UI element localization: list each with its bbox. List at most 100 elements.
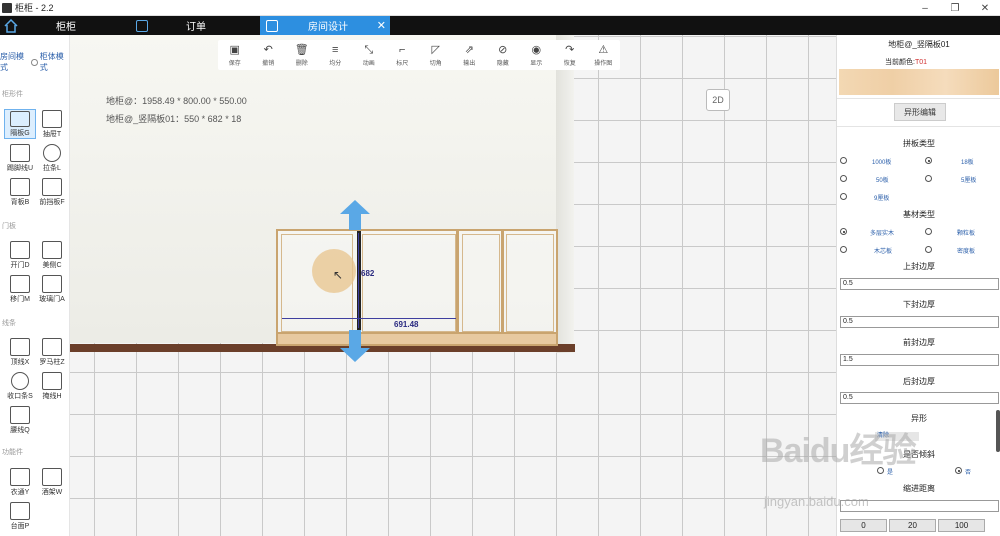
tool-drawer[interactable]: 抽屉T	[36, 109, 68, 139]
material-blockboard[interactable]: 木芯板	[840, 246, 892, 255]
operation-drawing-label: 操作图	[594, 60, 613, 67]
radio-checked-icon[interactable]	[840, 228, 847, 235]
top-edge-input[interactable]: 0.5	[840, 278, 999, 290]
shape-edit-button[interactable]: 异形编辑	[894, 103, 946, 121]
preset-20-button[interactable]: 20	[889, 519, 936, 532]
redo-button[interactable]: ↷ 恢复	[553, 40, 587, 70]
edge-strip-icon	[11, 372, 29, 390]
cabinet-divider[interactable]	[456, 231, 459, 335]
left-tool-panel: 房间模式 柜体模式 柜形件 隔板G 抽屉T 踢脚线U 拉条L 背板B 前挡板F …	[0, 35, 70, 536]
board-type-9mm[interactable]: 9厘板	[840, 193, 889, 202]
tab-bar: 柜柜 订单 房间设计 ✕	[0, 16, 1000, 35]
wall-side	[556, 35, 574, 353]
export-icon: ⇗	[464, 43, 474, 56]
save-button[interactable]: ▣ 保存	[218, 40, 252, 70]
tool-wine-rack[interactable]: 酒架W	[36, 467, 68, 497]
tool-glass-door[interactable]: 玻璃门A	[36, 274, 68, 304]
board-type-18[interactable]: 18板	[925, 157, 974, 166]
tool-back-panel[interactable]: 背板B	[4, 177, 36, 207]
tool-partition[interactable]: 隔板G	[4, 109, 36, 139]
tool-sliding-door[interactable]: 移门M	[4, 274, 36, 304]
view-2d-button[interactable]: 2D	[706, 89, 730, 111]
sliding-door-icon	[10, 275, 30, 293]
preset-0-button[interactable]: 0	[840, 519, 887, 532]
tool-top-line[interactable]: 顶线X	[4, 337, 36, 367]
maximize-button[interactable]: ❐	[940, 0, 970, 16]
move-down-arrow-icon[interactable]	[340, 330, 370, 362]
board-type-1000[interactable]: 1000板	[840, 157, 891, 166]
material-swatch[interactable]	[839, 69, 999, 95]
move-up-arrow-icon[interactable]	[340, 200, 370, 230]
cabinet-dimensions: 地柜@：1958.49 * 800.00 * 550.00	[106, 96, 247, 106]
operation-drawing-button[interactable]: ⚠ 操作图	[587, 40, 621, 70]
close-window-button[interactable]: ✕	[970, 0, 1000, 16]
ruler-button[interactable]: ⌐ 标尺	[386, 40, 420, 70]
color-label: 当前颜色:	[885, 59, 915, 66]
radio-checked-icon[interactable]	[925, 157, 932, 164]
radio-icon[interactable]	[840, 175, 847, 182]
tool-front-panel[interactable]: 前挡板F	[36, 177, 68, 207]
tool-waist-line[interactable]: 腰线Q	[4, 405, 36, 435]
chamfer-button[interactable]: ◸ 切角	[419, 40, 453, 70]
back-edge-input[interactable]: 0.5	[840, 392, 999, 404]
cabinet-door[interactable]	[506, 234, 554, 332]
front-edge-heading: 前封边厚	[903, 338, 935, 347]
hide-icon: ⊘	[498, 43, 508, 56]
minimize-button[interactable]: –	[910, 0, 940, 16]
tool-pull-bar[interactable]: 拉条L	[36, 143, 68, 173]
animate-button[interactable]: ⤡ 动画	[352, 40, 386, 70]
bottom-edge-input[interactable]: 0.5	[840, 316, 999, 328]
undo-button[interactable]: ↶ 撤销	[252, 40, 286, 70]
tab-home[interactable]: 柜柜	[0, 16, 130, 35]
board-type-50[interactable]: 50板	[840, 175, 889, 184]
front-edge-input[interactable]: 1.5	[840, 354, 999, 366]
material-type-heading: 基材类型	[903, 210, 935, 219]
top-line-icon	[10, 338, 30, 356]
show-button[interactable]: ◉ 显示	[520, 40, 554, 70]
home-icon	[4, 18, 18, 33]
radio-icon[interactable]	[31, 58, 38, 66]
hanging-rod-icon	[10, 468, 30, 486]
redo-label: 恢复	[563, 60, 576, 67]
material-mdf[interactable]: 密度板	[925, 246, 975, 255]
tool-roman-column[interactable]: 罗马柱Z	[36, 337, 68, 367]
tool-hanging-rod[interactable]: 衣通Y	[4, 467, 36, 497]
radio-icon[interactable]	[925, 228, 932, 235]
tool-label: 抽屉T	[42, 131, 62, 138]
radio-icon[interactable]	[840, 246, 847, 253]
radio-checked-icon[interactable]	[955, 467, 962, 474]
distribute-label: 均分	[329, 60, 342, 67]
cabinet-plinth	[278, 332, 556, 344]
hide-button[interactable]: ⊘ 隐藏	[486, 40, 520, 70]
bottom-edge-heading: 下封边厚	[903, 300, 935, 309]
tool-cover-line[interactable]: 掩线H	[36, 371, 68, 401]
tool-countertop[interactable]: 台面P	[4, 501, 36, 531]
panel-scrollbar[interactable]	[996, 410, 1000, 452]
cabinet-divider[interactable]	[501, 231, 504, 335]
preset-100-button[interactable]: 100	[938, 519, 985, 532]
tab-room-design[interactable]: 房间设计 ✕	[260, 16, 390, 35]
tool-skirting[interactable]: 踢脚线U	[4, 143, 36, 173]
section-cabinet-parts: 柜形件	[2, 91, 23, 98]
radio-icon[interactable]	[840, 157, 847, 164]
board-type-5mm[interactable]: 5厘板	[925, 175, 976, 184]
distribute-button[interactable]: ≡ 均分	[319, 40, 353, 70]
tilt-no[interactable]: 否	[955, 467, 971, 476]
tool-swing-door[interactable]: 开门D	[4, 240, 36, 270]
tool-edge-strip[interactable]: 收口条S	[4, 371, 36, 401]
export-button[interactable]: ⇗ 输出	[453, 40, 487, 70]
tool-side-panel[interactable]: 美侧C	[36, 240, 68, 270]
cabinet-mode-option[interactable]: 柜体模式	[40, 51, 69, 73]
radio-icon[interactable]	[925, 246, 932, 253]
material-particle[interactable]: 颗粒板	[925, 228, 975, 237]
material-multilayer[interactable]: 多层实木	[840, 228, 894, 237]
cursor-icon: ↖	[333, 268, 344, 282]
cabinet-door[interactable]	[462, 234, 500, 332]
close-tab-icon[interactable]: ✕	[377, 19, 386, 32]
radio-label: 50板	[876, 178, 889, 184]
tab-orders[interactable]: 订单	[130, 16, 260, 35]
room-mode-option[interactable]: 房间模式	[0, 51, 29, 73]
radio-icon[interactable]	[925, 175, 932, 182]
delete-button[interactable]: 🗑 删除	[285, 40, 319, 70]
radio-icon[interactable]	[840, 193, 847, 200]
